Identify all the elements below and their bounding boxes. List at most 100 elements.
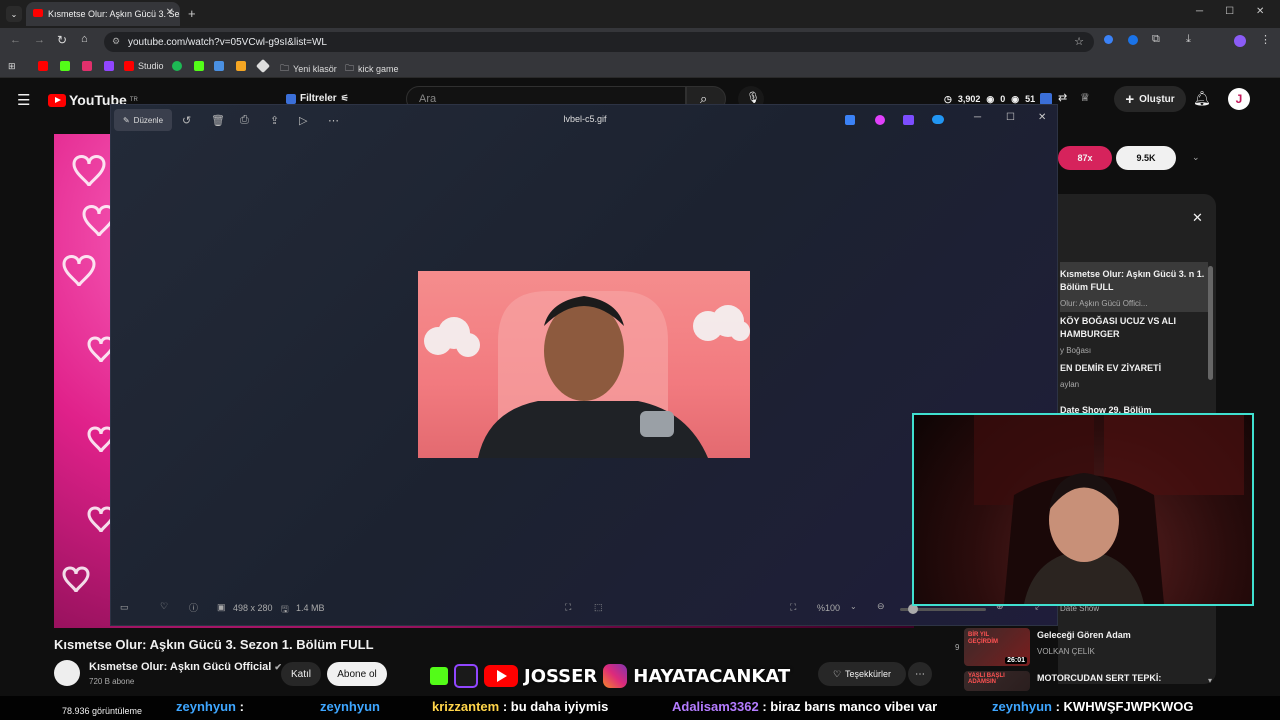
filters-button[interactable]: Filtreler ⚟ — [286, 93, 349, 104]
more-options-icon[interactable]: ⋯ — [328, 114, 339, 127]
menu-icon[interactable]: ⋮ — [1260, 33, 1271, 46]
translate-icon[interactable]: ⇄ — [1058, 91, 1067, 104]
playlist-item-channel: aylan — [1060, 380, 1080, 389]
extensions-icon[interactable]: ⧉ — [1152, 33, 1160, 46]
app-icon[interactable] — [875, 115, 885, 125]
bookmark-kick-icon[interactable] — [60, 61, 70, 71]
site-info-icon[interactable]: ⚙ — [112, 36, 120, 47]
new-tab-icon[interactable]: + — [188, 6, 196, 21]
url-field[interactable]: ⚙ youtube.com/watch?v=05VCwl-g9sI&list=W… — [104, 32, 1094, 52]
create-button[interactable]: + Oluştur — [1114, 86, 1186, 112]
video-title: Kısmetse Olur: Aşkın Gücü 3. Sezon 1. Bö… — [54, 637, 374, 652]
playlist-item[interactable]: Geleceği Gören Adam — [1037, 630, 1131, 640]
trophy-icon[interactable]: ♕ — [1080, 91, 1090, 104]
app-icon[interactable] — [845, 115, 855, 125]
print-icon[interactable]: ⎙ — [240, 114, 249, 127]
extension-pill-red[interactable]: 87x — [1058, 146, 1112, 170]
playlist-item[interactable]: Kısmetse Olur: Aşkın Gücü 3. n 1. Bölüm … — [1060, 268, 1210, 294]
image-dimensions: 498 x 280 — [233, 603, 273, 613]
video-duration: 26:01 — [1005, 657, 1027, 664]
delete-icon[interactable]: 🗑︎ — [211, 114, 225, 127]
youtube-play-icon — [48, 93, 66, 107]
bookmark-folder-yeni[interactable]: 🗀 Yeni klasör — [280, 61, 337, 77]
youtube-logo-icon — [484, 665, 518, 687]
browser-tab[interactable]: Kısmetse Olur: Aşkın Gücü 3. Se ✕ — [26, 2, 180, 26]
close-icon[interactable]: ✕ — [1038, 112, 1046, 123]
home-icon[interactable]: ⌂ — [81, 33, 88, 45]
channel-avatar[interactable] — [54, 660, 80, 686]
more-actions-button[interactable]: ⋯ — [908, 662, 932, 686]
chevron-down-icon[interactable]: ⌄ — [1192, 152, 1200, 163]
zoom-level-select[interactable]: %100 — [817, 603, 840, 613]
extension-icon[interactable] — [1128, 35, 1138, 45]
playlist-thumbnail[interactable]: YAŞLI BAŞLI ADAMSIN — [964, 671, 1030, 691]
bookmark-kick-icon[interactable] — [194, 61, 204, 71]
profile-avatar[interactable] — [1234, 35, 1246, 47]
playlist-thumbnail[interactable]: BİR YIL GEÇİRDİM 26:01 — [964, 628, 1030, 666]
scroll-down-icon[interactable]: ▾ — [1208, 676, 1212, 685]
cloud-icon[interactable] — [932, 115, 944, 124]
chevron-down-icon[interactable]: ⌄ — [850, 602, 857, 611]
tab-close-icon[interactable]: ✕ — [166, 7, 174, 18]
share-icon[interactable]: ⇪ — [270, 114, 279, 127]
hamburger-menu-icon[interactable]: ☰ — [17, 91, 30, 109]
chat-message: krizzantem : bu daha iyiymis — [432, 699, 609, 714]
tab-title: Kısmetse Olur: Aşkın Gücü 3. Se — [48, 9, 180, 19]
filmstrip-icon[interactable]: ▭ — [120, 602, 129, 613]
reload-icon[interactable]: ↻ — [57, 33, 67, 47]
app-icon[interactable] — [903, 115, 914, 125]
close-playlist-icon[interactable]: ✕ — [1192, 210, 1203, 226]
super-thanks-icon: ♡ — [832, 668, 842, 679]
bookmark-youtube-icon[interactable] — [38, 61, 48, 71]
crop-icon[interactable]: ⛶ — [565, 602, 571, 613]
studio-icon — [124, 61, 134, 71]
playlist-item-channel: Olur: Aşkın Gücü Offici... — [1060, 299, 1148, 308]
join-button[interactable]: Katıl — [281, 662, 321, 686]
bookmark-twitch-icon[interactable] — [104, 61, 114, 71]
playlist-item[interactable]: MOTORCUDAN SERT TEPKİ: — [1037, 673, 1161, 683]
bookmark-icon[interactable] — [255, 58, 271, 74]
playlist-item-channel: y Boğası — [1060, 346, 1092, 355]
bookmark-icon[interactable] — [236, 61, 246, 71]
rotate-icon[interactable]: ↺ — [182, 114, 191, 127]
thanks-button[interactable]: ♡ Teşekkürler — [818, 662, 906, 686]
bookmark-spotify-icon[interactable] — [172, 61, 182, 71]
bookmark-star-icon[interactable]: ☆ — [1074, 35, 1084, 48]
notifications-bell-icon[interactable]: 🔔︎ — [1193, 90, 1211, 107]
streamer-webcam — [912, 413, 1254, 606]
bookmark-studio[interactable]: Studio — [124, 61, 164, 71]
fit-icon[interactable]: ⛶ — [790, 602, 796, 613]
forward-icon[interactable]: → — [34, 34, 45, 46]
playlist-item[interactable]: EN DEMİR EV ZİYARETİ — [1060, 362, 1210, 375]
bookmark-icon[interactable] — [214, 61, 224, 71]
extension-pill-white[interactable]: 9.5K — [1116, 146, 1176, 170]
channel-name[interactable]: Kısmetse Olur: Aşkın Gücü Official ✔ — [89, 661, 282, 673]
tab-search-button[interactable]: ⌄ — [6, 6, 22, 22]
apps-icon[interactable]: ⊞ — [8, 61, 16, 72]
playlist-item-channel: VOLKAN ÇELİK — [1037, 647, 1095, 656]
bookmark-instagram-icon[interactable] — [82, 61, 92, 71]
account-avatar[interactable]: J — [1228, 88, 1250, 110]
select-icon[interactable]: ⬚ — [594, 602, 603, 613]
folder-icon: 🗀 — [280, 63, 290, 73]
view-count: 78.936 görüntüleme — [62, 706, 143, 716]
edit-button[interactable]: ✎ Düzenle — [114, 109, 172, 131]
file-size: 1.4 MB — [296, 603, 325, 613]
favorite-heart-icon[interactable]: ♡ — [160, 601, 168, 612]
window-controls[interactable]: ─☐✕ — [1196, 6, 1280, 17]
extension-icon[interactable] — [1104, 35, 1113, 44]
playlist-item[interactable]: KÖY BOĞASI UCUZ VS ALI HAMBURGER — [1060, 315, 1210, 341]
brand-name: JOSSER — [524, 665, 598, 687]
subscribe-button[interactable]: Abone ol — [327, 662, 387, 686]
bookmark-folder-kick-game[interactable]: 🗀 kick game — [345, 61, 399, 77]
youtube-favicon-icon — [33, 9, 43, 17]
back-icon[interactable]: ← — [10, 34, 21, 46]
download-icon[interactable]: ⤓ — [1186, 33, 1191, 46]
zoom-out-icon[interactable]: ⊖ — [877, 601, 885, 612]
minimize-icon[interactable]: ─ — [974, 112, 981, 123]
subscriber-count: 720 B abone — [89, 677, 135, 686]
info-icon[interactable]: ⓘ — [189, 601, 198, 614]
maximize-icon[interactable]: ☐ — [1006, 112, 1015, 123]
slideshow-icon[interactable]: ▷ — [299, 114, 307, 127]
viewer-file-name: lvbel-c5.gif — [563, 114, 607, 124]
